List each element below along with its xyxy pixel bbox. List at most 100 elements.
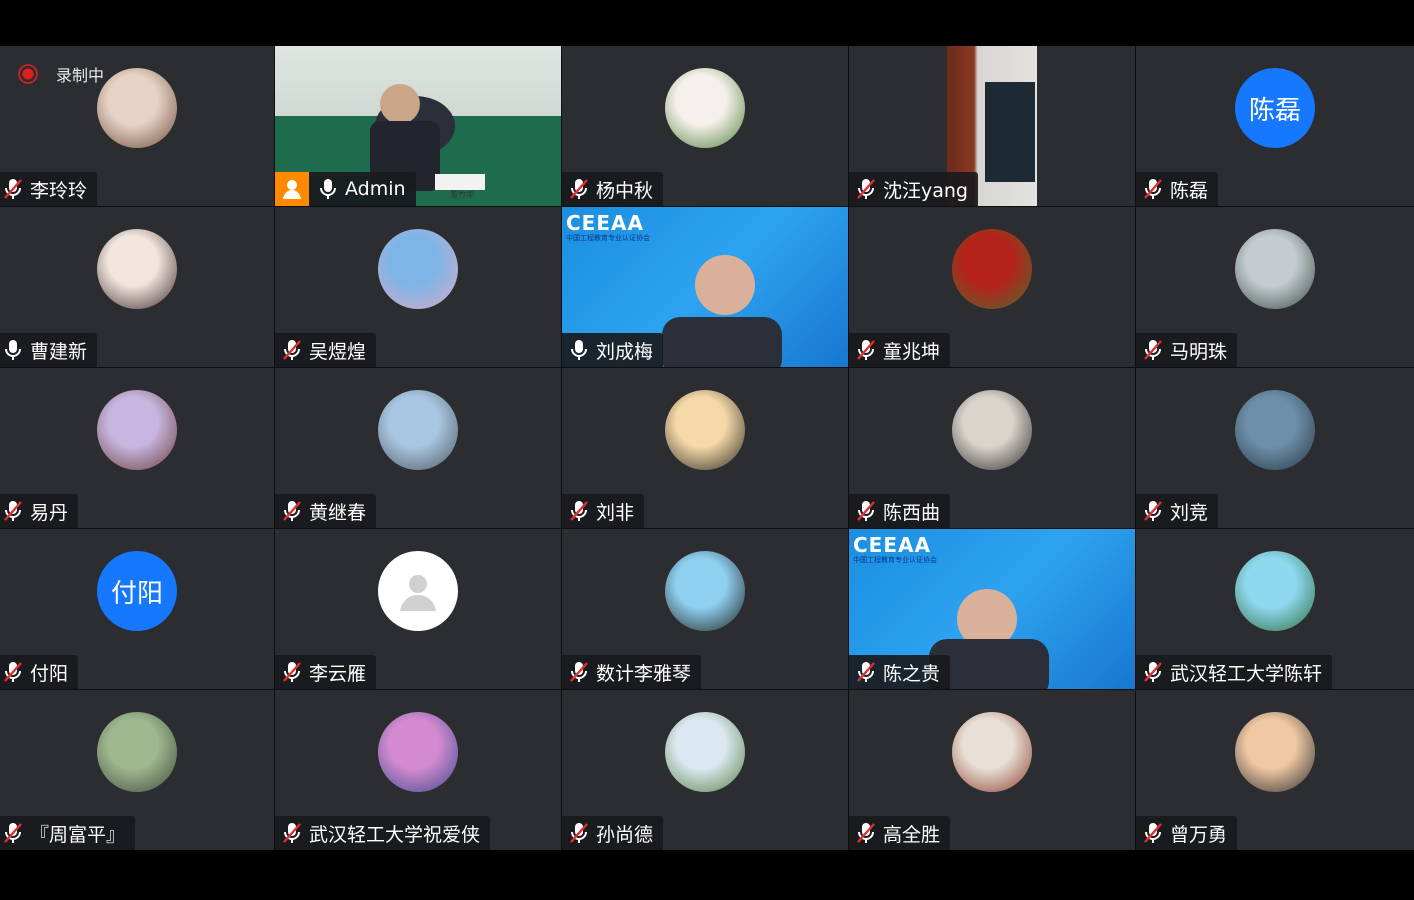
microphone-muted-icon xyxy=(0,820,26,846)
participant-name: 杨中秋 xyxy=(596,179,654,202)
microphone-muted-icon xyxy=(279,498,305,524)
participant-tile[interactable]: 黄继春 xyxy=(275,368,561,528)
recording-label: 录制中 xyxy=(56,66,105,85)
participant-name: 李云雁 xyxy=(309,662,367,685)
participant-nametag: 武汉轻工大学祝爱侠 xyxy=(275,816,491,850)
participant-name: 武汉轻工大学陈轩 xyxy=(1170,662,1323,685)
participant-nametag: 武汉轻工大学陈轩 xyxy=(1136,655,1333,689)
microphone-muted-icon xyxy=(279,337,305,363)
participant-tile[interactable]: 『周富平』 xyxy=(0,690,274,850)
participant-name: 马明珠 xyxy=(1170,340,1228,363)
avatar xyxy=(665,712,745,792)
participant-name: 童兆坤 xyxy=(883,340,941,363)
participant-name: 曹建新 xyxy=(30,340,88,363)
participant-tile[interactable]: 陈西曲 xyxy=(849,368,1135,528)
avatar xyxy=(97,68,177,148)
participant-tile[interactable]: 武汉轻工大学祝爱侠 xyxy=(275,690,561,850)
avatar xyxy=(952,390,1032,470)
microphone-muted-icon xyxy=(1140,659,1166,685)
participant-name: 吴煜煌 xyxy=(309,340,367,363)
participant-tile[interactable]: 杨中秋 xyxy=(562,46,848,206)
participant-tile[interactable]: 武汉轻工大学陈轩 xyxy=(1136,529,1414,689)
participant-nametag: 陈磊 xyxy=(1136,172,1219,206)
participant-tile[interactable]: 马明珠 xyxy=(1136,207,1414,367)
participant-name: 付阳 xyxy=(30,662,69,685)
participant-tile[interactable]: CEEAA 中国工程教育专业认证协会 刘成梅 xyxy=(562,207,848,367)
avatar xyxy=(378,712,458,792)
participant-name: Admin xyxy=(345,178,406,200)
participant-name: 陈磊 xyxy=(1170,179,1209,202)
microphone-muted-icon xyxy=(0,176,26,202)
participant-name: 陈西曲 xyxy=(883,501,941,524)
avatar xyxy=(97,229,177,309)
microphone-muted-icon xyxy=(566,659,592,685)
default-avatar-icon xyxy=(378,551,458,631)
participant-tile[interactable]: 付阳 付阳 xyxy=(0,529,274,689)
participant-tile[interactable]: 高全胜 xyxy=(849,690,1135,850)
participant-nametag: 陈之贵 xyxy=(849,655,951,689)
avatar: 付阳 xyxy=(97,551,177,631)
participant-nametag: 曹建新 xyxy=(0,333,98,367)
participant-nametag: 数计李雅琴 xyxy=(562,655,702,689)
participant-name: 高全胜 xyxy=(883,823,941,846)
participant-nametag: 付阳 xyxy=(0,655,79,689)
microphone-muted-icon xyxy=(279,659,305,685)
participant-tile[interactable]: 沈汪yang xyxy=(849,46,1135,206)
participant-tile[interactable]: CEEAA 中国工程教育专业认证协会 陈之贵 xyxy=(849,529,1135,689)
desk-sign: 董竹华 xyxy=(450,190,474,199)
participant-nametag: 沈汪yang xyxy=(849,172,978,206)
participant-tile[interactable]: 陈磊 陈磊 xyxy=(1136,46,1414,206)
avatar xyxy=(1235,229,1315,309)
microphone-icon xyxy=(315,176,341,202)
participant-name: 数计李雅琴 xyxy=(596,662,692,685)
participant-nametag: 吴煜煌 xyxy=(275,333,377,367)
avatar xyxy=(665,390,745,470)
participant-tile[interactable]: 易丹 xyxy=(0,368,274,528)
microphone-muted-icon xyxy=(853,498,879,524)
participant-nametag: 黄继春 xyxy=(275,494,377,528)
avatar xyxy=(665,68,745,148)
participant-name: 李玲玲 xyxy=(30,179,88,202)
avatar xyxy=(952,229,1032,309)
participant-nametag: 孙尚德 xyxy=(562,816,664,850)
participant-tile[interactable]: 童兆坤 xyxy=(849,207,1135,367)
microphone-muted-icon xyxy=(566,176,592,202)
avatar xyxy=(378,390,458,470)
participant-tile[interactable]: 董竹华 Admin xyxy=(275,46,561,206)
participant-tile[interactable]: 刘非 xyxy=(562,368,848,528)
avatar xyxy=(97,712,177,792)
microphone-muted-icon xyxy=(853,820,879,846)
microphone-icon xyxy=(0,337,26,363)
participant-tile[interactable]: 曹建新 xyxy=(0,207,274,367)
microphone-muted-icon xyxy=(0,659,26,685)
recording-indicator[interactable]: 录制中 xyxy=(18,62,104,86)
participant-nametag: 李玲玲 xyxy=(0,172,98,206)
participant-tile[interactable]: 数计李雅琴 xyxy=(562,529,848,689)
microphone-muted-icon xyxy=(566,498,592,524)
participant-nametag: Admin xyxy=(275,172,416,206)
microphone-muted-icon xyxy=(0,498,26,524)
participant-nametag: 易丹 xyxy=(0,494,79,528)
participant-tile[interactable]: 李云雁 xyxy=(275,529,561,689)
participant-grid: 李玲玲 董竹华 Admin 杨中秋 沈汪yang 陈磊 陈磊 曹建新 吴煜煌 CEEAA 中国工程教… xyxy=(0,46,1414,850)
participant-name: 『周富平』 xyxy=(30,823,126,846)
participant-name: 刘竞 xyxy=(1170,501,1209,524)
participant-name: 刘非 xyxy=(596,501,635,524)
participant-tile[interactable]: 吴煜煌 xyxy=(275,207,561,367)
participant-nametag: 曾万勇 xyxy=(1136,816,1238,850)
microphone-icon xyxy=(566,337,592,363)
microphone-muted-icon xyxy=(1140,498,1166,524)
avatar xyxy=(1235,712,1315,792)
participant-nametag: 李云雁 xyxy=(275,655,377,689)
participant-tile[interactable]: 刘竞 xyxy=(1136,368,1414,528)
participant-nametag: 杨中秋 xyxy=(562,172,664,206)
record-icon xyxy=(18,64,38,84)
avatar: 陈磊 xyxy=(1235,68,1315,148)
participant-name: 陈之贵 xyxy=(883,662,941,685)
participant-nametag: 马明珠 xyxy=(1136,333,1238,367)
avatar xyxy=(1235,551,1315,631)
participant-tile[interactable]: 孙尚德 xyxy=(562,690,848,850)
participant-name: 易丹 xyxy=(30,501,69,524)
avatar xyxy=(97,390,177,470)
participant-tile[interactable]: 曾万勇 xyxy=(1136,690,1414,850)
